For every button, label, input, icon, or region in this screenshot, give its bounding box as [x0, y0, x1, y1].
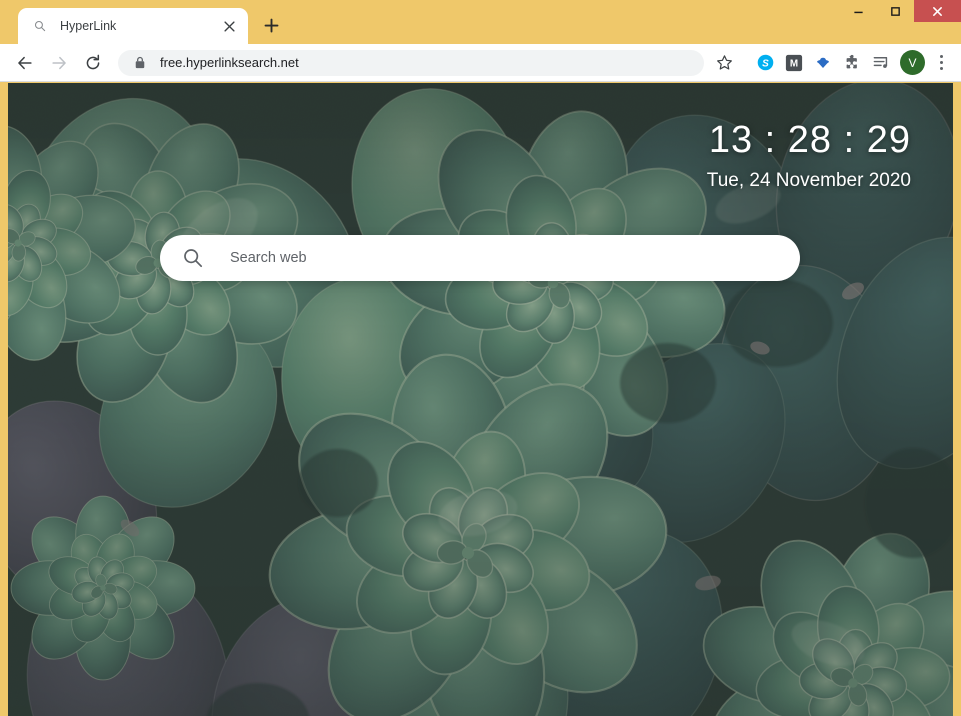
- star-icon[interactable]: [710, 49, 738, 77]
- search-icon: [182, 247, 204, 269]
- three-dot-menu-icon[interactable]: [929, 50, 953, 76]
- search-input[interactable]: [230, 250, 778, 266]
- forward-button: [44, 48, 74, 78]
- tab-strip: HyperLink: [0, 0, 286, 44]
- browser-tab[interactable]: HyperLink: [18, 8, 248, 44]
- address-bar[interactable]: free.hyperlinksearch.net: [118, 49, 704, 76]
- search-icon: [32, 18, 48, 34]
- tab-title: HyperLink: [60, 19, 117, 33]
- address-bar-url: free.hyperlinksearch.net: [160, 55, 299, 70]
- browser-toolbar: free.hyperlinksearch.net S M V: [0, 44, 961, 82]
- media-playlist-icon[interactable]: [868, 50, 894, 76]
- close-window-button[interactable]: [914, 0, 961, 22]
- succulent-background-image: [8, 83, 953, 716]
- grammarly-icon[interactable]: [810, 50, 836, 76]
- puzzle-icon[interactable]: [839, 50, 865, 76]
- minimize-button[interactable]: [840, 0, 877, 22]
- svg-text:M: M: [790, 58, 798, 69]
- new-tab-button[interactable]: [256, 10, 286, 40]
- maximize-button[interactable]: [877, 0, 914, 22]
- reload-button[interactable]: [78, 48, 108, 78]
- back-button[interactable]: [10, 48, 40, 78]
- svg-text:S: S: [762, 58, 769, 69]
- window-controls: [840, 0, 961, 22]
- close-icon[interactable]: [220, 17, 238, 35]
- m-extension-icon[interactable]: M: [781, 50, 807, 76]
- title-bar: HyperLink: [0, 0, 961, 44]
- lock-icon: [132, 55, 148, 71]
- avatar[interactable]: V: [900, 50, 925, 75]
- avatar-initial: V: [908, 55, 917, 70]
- skype-icon[interactable]: S: [752, 50, 778, 76]
- new-tab-page: 13 : 28 : 29 Tue, 24 November 2020: [8, 83, 953, 716]
- browser-window: HyperLink free.hyperlinksearch.net S M V…: [0, 0, 961, 716]
- web-search-bar[interactable]: [160, 235, 800, 281]
